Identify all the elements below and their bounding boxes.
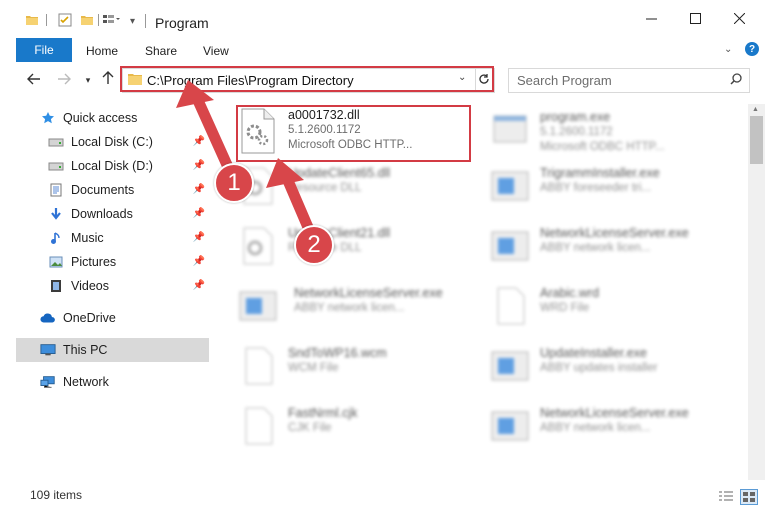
callout-badge-2: 2	[294, 225, 334, 265]
arrow-2	[280, 170, 316, 238]
arrow-2-head	[266, 158, 304, 188]
annotation-arrows	[176, 80, 316, 238]
callout-badge-1: 1	[214, 163, 254, 203]
arrow-1-head	[176, 80, 214, 108]
